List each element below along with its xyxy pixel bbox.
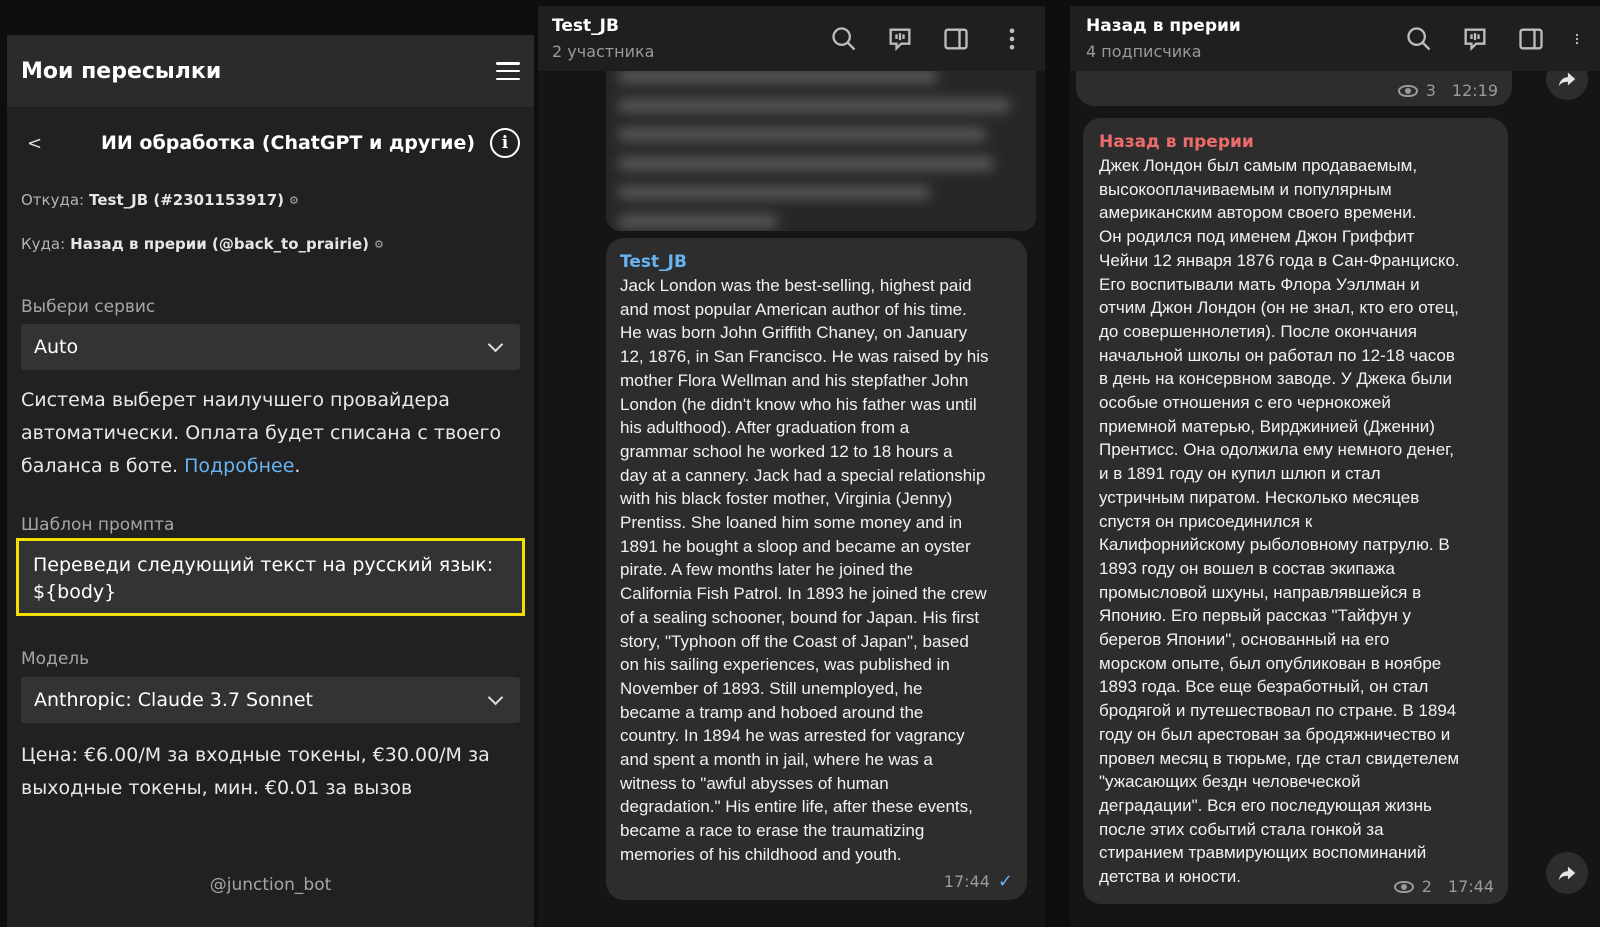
message-meta: 17:44 ✓ [944,871,1013,892]
voice-chat-icon[interactable] [883,22,917,56]
service-label: Выбери сервис [21,297,156,317]
route-from-value: Test_JB (#2301153917) [89,191,285,209]
message-text: Джек Лондон был самым продаваемым, высок… [1099,156,1460,887]
forward-rule-header: < ИИ обработка (ChatGPT и другие) i [7,107,534,179]
message-bubble[interactable]: Test_JB Jack London was the best-selling… [606,238,1027,900]
route-to: Куда: Назад в прерии (@back_to_prairie) … [7,235,534,253]
service-select[interactable]: Auto [21,324,520,370]
gear-icon[interactable]: ⚙ [374,238,384,251]
sidebar-toggle-icon[interactable] [1514,22,1548,56]
message-meta: 3 12:19 [1397,81,1498,100]
gear-icon[interactable]: ⚙ [289,194,299,207]
prompt-template-field[interactable]: Переведи следующий текст на русский язык… [16,538,525,616]
more-info-link[interactable]: Подробнее [184,455,294,477]
message-views: 2 [1421,877,1432,896]
chevron-down-icon [487,336,504,352]
eye-icon [1393,880,1414,893]
route-to-value: Назад в прерии (@back_to_prairie) [70,235,369,253]
read-check-icon: ✓ [997,871,1013,892]
message-text: Jack London was the best-selling, highes… [620,276,989,864]
chat-info[interactable]: Test_JB 2 участника [552,16,827,61]
chat-header: Test_JB 2 участника [538,6,1045,71]
service-description: Система выберет наилучшего провайдера ав… [7,384,534,483]
forward-rule-title: ИИ обработка (ChatGPT и другие) [101,132,476,154]
message-meta: 2 17:44 [1393,877,1494,896]
source-chat-panel: Test_JB 2 участника Test_JB Jack London … [538,6,1045,927]
eye-icon [1397,84,1418,97]
more-vertical-icon[interactable] [995,22,1029,56]
message-time: 17:44 [943,872,990,891]
route-to-label: Куда: [21,235,66,253]
model-select-value: Anthropic: Claude 3.7 Sonnet [34,689,313,711]
panel-header: Мои пересылки [7,35,534,107]
hamburger-menu-icon[interactable] [496,62,520,80]
message-sender[interactable]: Test_JB [620,250,1012,274]
route-from: Откуда: Test_JB (#2301153917) ⚙ [7,191,534,209]
service-description-end: . [294,455,301,477]
more-vertical-icon[interactable] [1570,22,1584,56]
message-bubble[interactable]: Назад в прерии Джек Лондон был самым про… [1083,118,1508,904]
bot-settings-panel: Мои пересылки < ИИ обработка (ChatGPT и … [7,35,534,927]
route-from-label: Откуда: [21,191,85,209]
message-time: 12:19 [1451,81,1498,100]
info-icon[interactable]: i [490,128,520,158]
sidebar-toggle-icon[interactable] [939,22,973,56]
back-arrow-icon[interactable]: < [27,133,67,154]
message-time: 17:44 [1447,877,1494,896]
target-channel-panel: Назад в прерии 4 подписчика 3 12:19 Наза… [1070,6,1600,927]
chat-name: Назад в прерии [1086,16,1241,36]
chat-info[interactable]: Назад в прерии 4 подписчика [1086,16,1402,61]
blurred-message [606,56,1036,231]
model-select[interactable]: Anthropic: Claude 3.7 Sonnet [21,677,520,723]
panel-title: Мои пересылки [21,58,222,84]
search-icon[interactable] [1402,22,1436,56]
chat-members: 2 участника [552,42,655,61]
forward-icon[interactable] [1546,852,1588,894]
search-icon[interactable] [827,22,861,56]
service-select-value: Auto [34,336,79,358]
voice-chat-icon[interactable] [1458,22,1492,56]
chat-subscribers: 4 подписчика [1086,42,1202,61]
chevron-down-icon [487,689,504,705]
chat-header: Назад в прерии 4 подписчика [1070,6,1600,71]
model-label: Модель [21,649,90,669]
prompt-template-label: Шаблон промпта [21,515,175,535]
model-price: Цена: €6.00/M за входные токены, €30.00/… [21,744,490,799]
message-views: 3 [1425,81,1436,100]
message-sender[interactable]: Назад в прерии [1099,130,1496,154]
bot-username: @junction_bot [209,875,332,895]
chat-name: Test_JB [552,16,619,36]
